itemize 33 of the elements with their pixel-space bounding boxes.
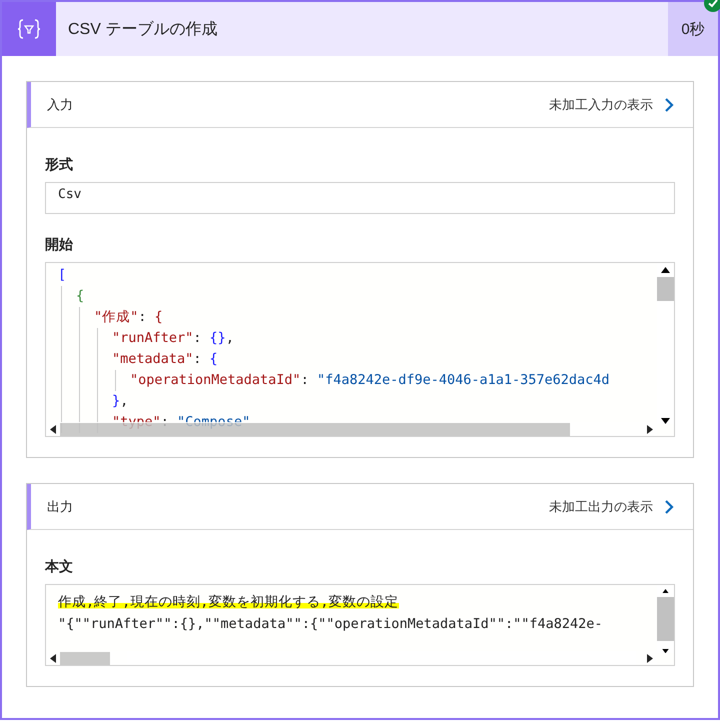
- field-label: 形式: [45, 156, 74, 174]
- code-line: "runAfter": {},: [58, 328, 650, 349]
- braces-filter-icon: [16, 18, 42, 40]
- scroll-left-icon[interactable]: [50, 654, 56, 662]
- code-line: },: [58, 391, 650, 412]
- code-line: {: [58, 286, 650, 307]
- csv-line: "{""runAfter"":{},""metadata"":{""operationMetadataId"":""f4a8242e-: [58, 615, 604, 634]
- section-title: 出力: [47, 498, 73, 516]
- scroll-right-icon[interactable]: [647, 654, 653, 662]
- field-label: 開始: [45, 236, 74, 254]
- scroll-left-icon[interactable]: [50, 424, 56, 434]
- scrollbar-thumb[interactable]: [657, 597, 674, 641]
- scroll-up-icon[interactable]: [661, 267, 670, 273]
- section-title: 入力: [47, 96, 73, 114]
- code-viewer[interactable]: [ { "作成": { "runAfter": {}, "metadata": { "operationMetadataId": "f4a8242e-df9e-4046-a1a1-357e62dac4d }, "type": "Compose": [45, 262, 675, 437]
- scrollbar-thumb[interactable]: [657, 277, 674, 301]
- show-raw-link[interactable]: 未加工入力の表示: [549, 96, 675, 114]
- scroll-down-icon[interactable]: [661, 648, 670, 653]
- scroll-down-icon[interactable]: [661, 418, 670, 424]
- chevron-right-icon: [663, 498, 675, 514]
- scroll-right-icon[interactable]: [647, 424, 653, 434]
- show-raw-link[interactable]: 未加工出力の表示: [549, 498, 675, 516]
- chevron-right-icon: [663, 96, 675, 112]
- text-field[interactable]: Csv: [45, 182, 675, 214]
- code-line: "operationMetadataId": "f4a8242e-df9e-4046-a1a1-357e62dac4d: [58, 370, 650, 391]
- code-line: "作成": {: [58, 307, 650, 328]
- duration-label: 0秒: [668, 2, 718, 56]
- code-line: "metadata": {: [58, 349, 650, 370]
- scrollbar-thumb[interactable]: [60, 652, 110, 664]
- field-label: 本文: [45, 558, 74, 576]
- action-title[interactable]: CSV テーブルの作成: [56, 2, 668, 56]
- scroll-up-icon[interactable]: [661, 589, 670, 594]
- code-line: [: [58, 266, 68, 285]
